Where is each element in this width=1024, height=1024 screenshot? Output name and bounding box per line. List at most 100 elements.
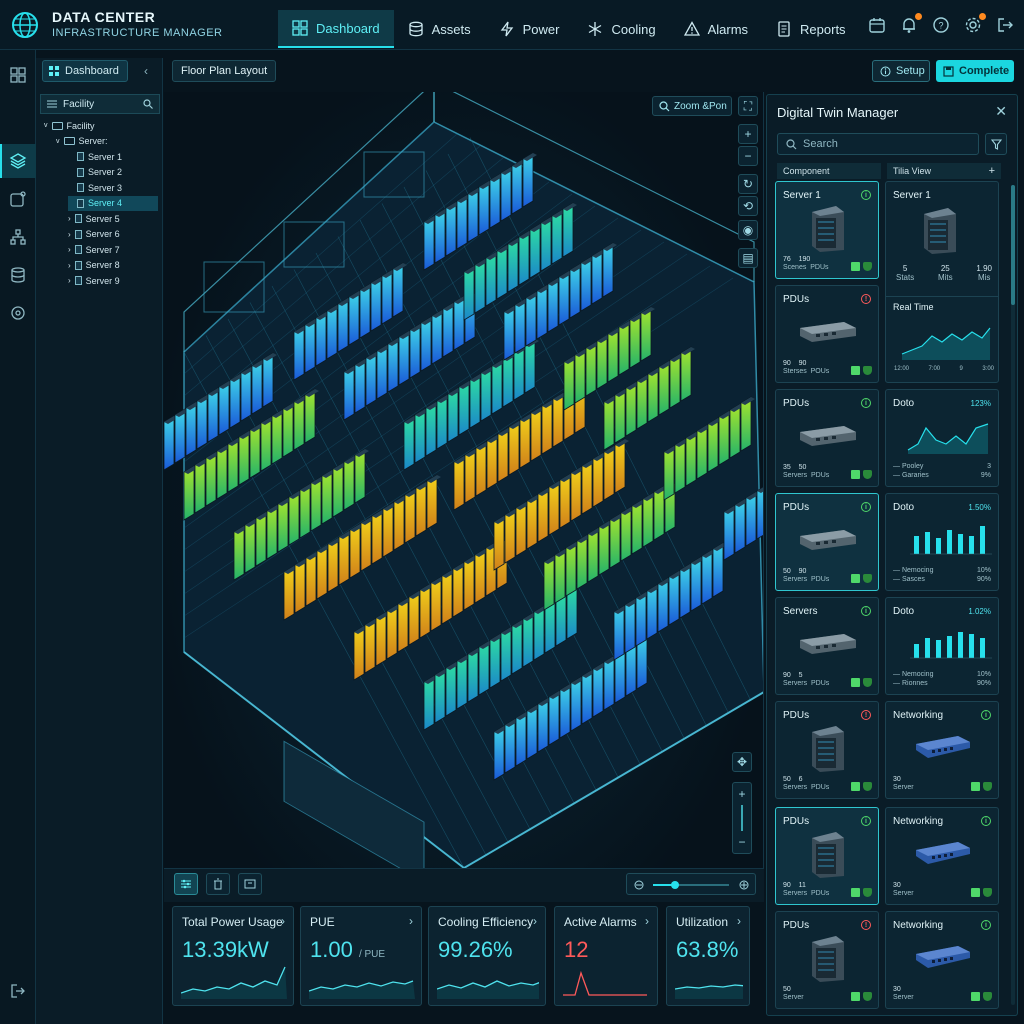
thumbs-up-icon[interactable] <box>851 888 860 897</box>
thumbs-up-icon[interactable] <box>851 678 860 687</box>
tree-item-server[interactable]: Server 2 <box>68 165 158 180</box>
thumbs-up-icon[interactable] <box>851 470 860 479</box>
view-card-area[interactable]: Doto 123% — Pooley — Gararies 3 9% <box>885 389 999 487</box>
thumbs-up-icon[interactable] <box>851 782 860 791</box>
hierarchy-icon[interactable] <box>9 228 27 246</box>
tree-item-server[interactable]: Server 3 <box>68 180 158 195</box>
chevron-right-icon[interactable]: › <box>645 914 649 928</box>
thumbs-up-icon[interactable] <box>971 992 980 1001</box>
thumbs-up-icon[interactable] <box>971 782 980 791</box>
gear-icon[interactable] <box>964 13 986 34</box>
chevron-right-icon[interactable]: › <box>737 914 741 928</box>
kpi-card[interactable]: PUE › 1.00 / PUE <box>300 906 422 1006</box>
tree-item-server[interactable]: Server 1 <box>68 149 158 164</box>
sign-out-icon[interactable] <box>9 982 27 1000</box>
trash-icon[interactable]: ▤ <box>738 248 758 268</box>
shield-icon[interactable] <box>863 574 872 583</box>
chevron-down-icon[interactable]: v <box>44 122 48 129</box>
search-icon[interactable] <box>143 99 153 109</box>
component-card[interactable]: PDUs! 50 6 Servers PDUs <box>775 701 879 799</box>
collapse-panel-icon[interactable]: ‹ <box>144 64 148 78</box>
zoom-in-icon[interactable]: + <box>738 124 758 144</box>
panel-scrollbar[interactable] <box>1011 185 1015 1005</box>
delete-icon[interactable] <box>206 873 230 895</box>
shield-icon[interactable] <box>863 366 872 375</box>
grid-icon[interactable] <box>9 66 27 84</box>
rotate-icon[interactable]: ↻ <box>738 174 758 194</box>
floor-plan-layout-tab[interactable]: Floor Plan Layout <box>172 60 277 82</box>
zoom-minus-icon[interactable]: − <box>738 835 745 849</box>
complete-button[interactable]: Complete <box>936 60 1014 82</box>
nav-cooling[interactable]: Cooling <box>573 10 669 48</box>
search-input[interactable]: Search <box>777 133 979 155</box>
chevron-right-icon[interactable]: › <box>281 914 285 928</box>
shield-icon[interactable] <box>983 782 992 791</box>
thumbs-up-icon[interactable] <box>851 366 860 375</box>
compass-icon[interactable]: ✥ <box>732 752 752 772</box>
zoom-out-icon[interactable]: − <box>738 146 758 166</box>
chevron-down-icon[interactable]: v <box>56 138 60 145</box>
tree-item-server[interactable]: › Server 8 <box>68 258 158 273</box>
component-card[interactable]: PDUs i 35 50 Servers PDUs <box>775 389 879 487</box>
fullscreen-icon[interactable]: ⛶ <box>738 96 758 116</box>
shield-icon[interactable] <box>863 992 872 1001</box>
kpi-card[interactable]: Active Alarms › 12 <box>554 906 658 1006</box>
tree-item-folder[interactable]: v Server: <box>56 134 158 149</box>
thumbs-up-icon[interactable] <box>971 888 980 897</box>
settings-icon[interactable] <box>9 304 27 322</box>
view-card-device[interactable]: Networking i 30 Server <box>885 807 999 905</box>
zoom-plus-icon[interactable]: + <box>738 787 745 801</box>
filter-icon[interactable] <box>985 133 1007 155</box>
component-card[interactable]: PDUs i 90 11 Servers PDUs <box>775 807 879 905</box>
zoom-slider[interactable] <box>626 873 756 895</box>
component-card[interactable]: Server 1 i 76 190 Scenes PDUs <box>775 181 879 279</box>
component-card[interactable]: Servers i 90 5 Servers PDUs <box>775 597 879 695</box>
scroll-thumb[interactable] <box>1011 185 1015 305</box>
kpi-card[interactable]: Cooling Efficiency › 99.26% <box>428 906 546 1006</box>
facility-filter-bar[interactable]: Facility <box>40 94 160 114</box>
view-card-device[interactable]: Networking i 30 Server <box>885 911 999 1009</box>
component-card[interactable]: PDUs! 90 90 Sterses POUs <box>775 285 879 383</box>
tree-item-server[interactable]: Server 4 <box>68 195 158 211</box>
shield-icon[interactable] <box>983 888 992 897</box>
chevron-right-icon[interactable]: › <box>409 914 413 928</box>
setup-button[interactable]: Setup <box>872 60 930 82</box>
chevron-right-icon[interactable]: › <box>68 276 71 285</box>
tree-item-folder[interactable]: v Facility <box>44 118 158 133</box>
reset-view-icon[interactable]: ⟲ <box>738 196 758 216</box>
chevron-right-icon[interactable]: › <box>68 245 71 254</box>
thumbs-up-icon[interactable] <box>851 992 860 1001</box>
nav-assets[interactable]: Assets <box>394 10 485 48</box>
add-view-icon[interactable]: + <box>989 165 995 177</box>
tree-item-server[interactable]: › Server 6 <box>68 227 158 242</box>
chevron-right-icon[interactable]: › <box>68 261 71 270</box>
tree-item-server[interactable]: › Server 7 <box>68 242 158 257</box>
frame-icon[interactable] <box>238 873 262 895</box>
component-card[interactable]: PDUs i 50 90 Servers PDUs <box>775 493 879 591</box>
camera-icon[interactable]: ◉ <box>738 220 758 240</box>
bell-icon[interactable] <box>900 13 922 34</box>
nav-alarms[interactable]: Alarms <box>670 10 762 48</box>
calendar-icon[interactable] <box>868 16 886 34</box>
shield-icon[interactable] <box>863 262 872 271</box>
zoom-slider-vertical[interactable]: + − <box>732 782 752 854</box>
chevron-right-icon[interactable]: › <box>68 230 71 239</box>
shield-icon[interactable] <box>983 992 992 1001</box>
layers-icon[interactable] <box>9 152 27 170</box>
floor-plan-3d-viewport[interactable]: Zoom &Pon ⛶ + − ↻ ⟲ ◉ ▤ ✥ + − <box>164 92 764 868</box>
help-icon[interactable]: ? <box>932 16 950 34</box>
tree-item-server[interactable]: › Server 5 <box>68 211 158 226</box>
zoom-pan-button[interactable]: Zoom &Pon <box>652 96 732 116</box>
edit-icon[interactable] <box>9 190 27 208</box>
view-card-bar[interactable]: Doto 1.02% — Nemocing — Rionnes 10% 90% <box>885 597 999 695</box>
thumbs-up-icon[interactable] <box>851 262 860 271</box>
component-card[interactable]: PDUs! 50 Server <box>775 911 879 1009</box>
database-icon[interactable] <box>9 266 27 284</box>
logout-icon[interactable] <box>996 16 1014 34</box>
shield-icon[interactable] <box>863 888 872 897</box>
shield-icon[interactable] <box>863 782 872 791</box>
kpi-card[interactable]: Utilization › 63.8% <box>666 906 750 1006</box>
shield-icon[interactable] <box>863 678 872 687</box>
thumbs-up-icon[interactable] <box>851 574 860 583</box>
sliders-icon[interactable] <box>174 873 198 895</box>
